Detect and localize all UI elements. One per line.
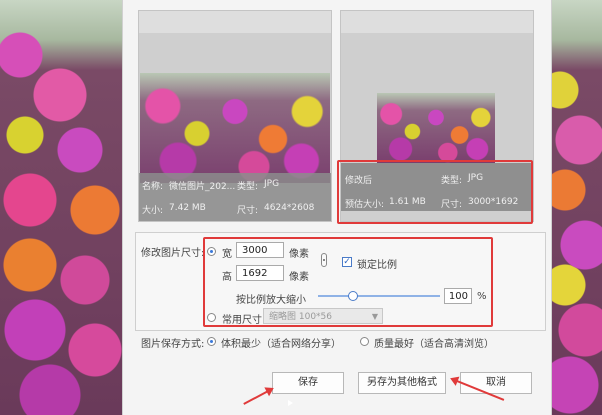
save-mode-quality-radio[interactable] xyxy=(360,337,369,346)
highlight-modified-info xyxy=(337,160,533,224)
mouse-cursor-icon xyxy=(288,400,293,406)
original-preview: 名称: 微信图片_202... 类型: JPG 大小: 7.42 MB 尺寸: … xyxy=(138,10,332,222)
save-mode-small-radio[interactable] xyxy=(207,337,216,346)
save-mode-label: 图片保存方式: xyxy=(141,339,205,350)
save-mode-quality-label: 质量最好（适合高清浏览） xyxy=(374,339,494,350)
name-value: 微信图片_202... xyxy=(169,182,236,192)
size-value: 7.42 MB xyxy=(169,203,206,213)
preview-header xyxy=(341,11,533,33)
dims-label: 尺寸: xyxy=(237,206,259,216)
type-value: JPG xyxy=(264,179,280,189)
preview-header xyxy=(139,11,331,33)
size-label: 大小: xyxy=(142,206,164,216)
save-as-button[interactable]: 另存为其他格式 xyxy=(358,372,446,394)
name-label: 名称: xyxy=(142,182,164,192)
resize-section-label: 修改图片尺寸: xyxy=(141,248,205,259)
save-button[interactable]: 保存 xyxy=(272,372,344,394)
original-info: 名称: 微信图片_202... 类型: JPG 大小: 7.42 MB 尺寸: … xyxy=(139,173,331,221)
dims-value: 4624*2608 xyxy=(264,203,315,213)
cancel-button[interactable]: 取消 xyxy=(460,372,532,394)
type-label: 类型: xyxy=(237,182,259,192)
save-mode-small-label: 体积最少（适合网络分享） xyxy=(221,339,341,350)
highlight-resize-settings xyxy=(203,237,493,327)
modified-image xyxy=(377,93,495,163)
original-image xyxy=(140,73,330,183)
